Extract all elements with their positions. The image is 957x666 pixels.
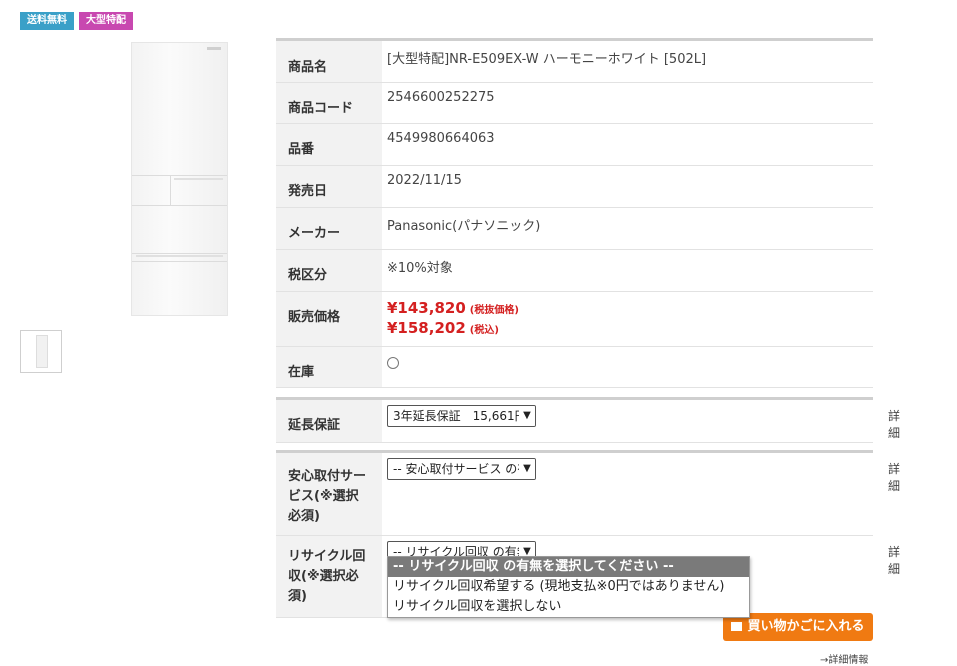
product-info-table: 商品名 [大型特配]NR-E509EX-W ハーモニーホワイト [502L] 商… bbox=[276, 38, 900, 618]
installation-select[interactable]: -- 安心取付サービス の有無を選択してください -- ▼ bbox=[387, 458, 536, 480]
spec-row-code: 商品コード 2546600252275 bbox=[276, 83, 873, 124]
product-main-image bbox=[131, 42, 228, 316]
stock-status bbox=[382, 347, 873, 387]
large-delivery-badge: 大型特配 bbox=[79, 12, 133, 30]
spec-row-part-number: 品番 4549980664063 bbox=[276, 124, 873, 166]
spec-value: 4549980664063 bbox=[387, 131, 495, 146]
recycle-option[interactable]: リサイクル回収希望する (現地支払※0円ではありません) bbox=[388, 577, 749, 597]
spec-label: 商品名 bbox=[276, 41, 382, 82]
free-shipping-badge: 送料無料 bbox=[20, 12, 74, 30]
chevron-down-icon: ▼ bbox=[519, 459, 535, 479]
spec-value: Panasonic(パナソニック) bbox=[387, 219, 541, 234]
spec-row-stock: 在庫 bbox=[276, 347, 873, 388]
spec-row-name: 商品名 [大型特配]NR-E509EX-W ハーモニーホワイト [502L] bbox=[276, 41, 873, 83]
spec-value: 2546600252275 bbox=[387, 90, 495, 105]
recycle-option[interactable]: リサイクル回収を選択しない bbox=[388, 597, 749, 617]
cart-icon bbox=[731, 622, 743, 631]
spec-row-release-date: 発売日 2022/11/15 bbox=[276, 166, 873, 208]
installation-detail-link[interactable]: 詳細 bbox=[888, 460, 900, 494]
recycle-detail-link[interactable]: 詳細 bbox=[888, 543, 900, 577]
spec-label: 商品コード bbox=[276, 83, 382, 123]
recycle-option[interactable]: -- リサイクル回収 の有無を選択してください -- bbox=[388, 557, 749, 577]
warranty-detail-link[interactable]: 詳細 bbox=[888, 407, 900, 441]
spec-label: 発売日 bbox=[276, 166, 382, 207]
price-block: ¥143,820 (税抜価格) ¥158,202 (税込) bbox=[382, 292, 873, 346]
price-excl-tax: ¥143,820 bbox=[387, 299, 466, 317]
spec-label: 品番 bbox=[276, 124, 382, 165]
warranty-label: 延長保証 bbox=[276, 400, 382, 442]
spec-label: 販売価格 bbox=[276, 292, 382, 346]
price-excl-note: (税抜価格) bbox=[469, 305, 519, 316]
warranty-select[interactable]: 3年延長保証 15,661円 ▼ bbox=[387, 405, 536, 427]
spec-label: 税区分 bbox=[276, 250, 382, 291]
circle-icon bbox=[387, 357, 399, 369]
spec-value: ※10%対象 bbox=[387, 261, 453, 276]
chevron-down-icon: ▼ bbox=[519, 406, 535, 426]
recycle-dropdown-list[interactable]: -- リサイクル回収 の有無を選択してください -- リサイクル回収希望する (… bbox=[387, 556, 750, 618]
installation-row: 安心取付サービス(※選択必須) -- 安心取付サービス の有無を選択してください… bbox=[276, 453, 900, 536]
spec-value: 2022/11/15 bbox=[387, 173, 462, 188]
brand-logo-mark bbox=[207, 47, 221, 50]
spec-label: メーカー bbox=[276, 208, 382, 249]
warranty-row: 延長保証 3年延長保証 15,661円 ▼ 詳細 bbox=[276, 400, 900, 443]
recycle-label: リサイクル回収(※選択必須) bbox=[276, 536, 382, 617]
spec-row-tax: 税区分 ※10%対象 bbox=[276, 250, 873, 292]
details-link[interactable]: →詳細情報 bbox=[820, 651, 868, 666]
spec-label: 在庫 bbox=[276, 347, 382, 387]
spec-value: [大型特配]NR-E509EX-W ハーモニーホワイト [502L] bbox=[387, 52, 707, 67]
price-incl-note: (税込) bbox=[469, 325, 499, 336]
price-incl-tax: ¥158,202 bbox=[387, 319, 466, 337]
spec-section: 商品名 [大型特配]NR-E509EX-W ハーモニーホワイト [502L] 商… bbox=[276, 38, 873, 388]
product-thumbnail[interactable] bbox=[20, 330, 62, 373]
installation-label: 安心取付サービス(※選択必須) bbox=[276, 453, 382, 535]
spec-row-maker: メーカー Panasonic(パナソニック) bbox=[276, 208, 873, 250]
warranty-section: 延長保証 3年延長保証 15,661円 ▼ 詳細 bbox=[276, 397, 900, 443]
spec-row-price: 販売価格 ¥143,820 (税抜価格) ¥158,202 (税込) bbox=[276, 292, 873, 347]
